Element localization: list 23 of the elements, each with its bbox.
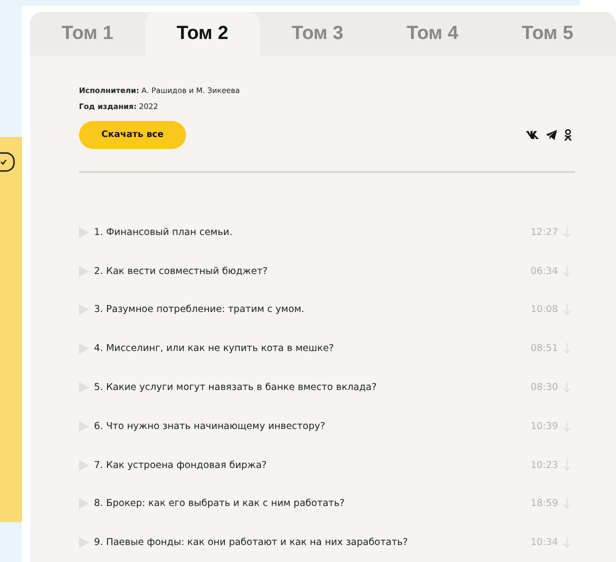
track-duration: 10:34 <box>530 537 558 548</box>
track-title[interactable]: 9. Паевые фонды: как они работают и как на них заработать? <box>94 537 531 548</box>
track-duration: 10:08 <box>530 304 558 316</box>
download-all-button[interactable]: Скачать все <box>79 120 186 149</box>
vk-icon[interactable] <box>526 130 539 139</box>
track-duration: 18:59 <box>530 498 558 510</box>
track-title[interactable]: 4. Мисселинг, или как не купить кота в мешке? <box>94 343 531 354</box>
track-title[interactable]: 8. Брокер: как его выбрать и как с ним работать? <box>94 498 531 510</box>
track-title[interactable]: 2. Как вести совместный бюджет? <box>94 266 531 277</box>
track-duration: 10:23 <box>530 460 558 470</box>
track-title[interactable]: 5. Какие услуги могут навязать в банке вместо вклада? <box>94 382 531 393</box>
track-title[interactable]: 3. Разумное потребление: тратим с умом. <box>94 304 531 316</box>
ok-icon[interactable] <box>564 128 572 141</box>
track-duration: 10:39 <box>530 420 558 432</box>
track-title[interactable]: 6. Что нужно знать начинающему инвестору? <box>94 420 531 432</box>
track-title[interactable]: 1. Финансовый план семьи. <box>94 226 531 238</box>
track-duration: 08:30 <box>530 382 558 393</box>
paper-plane-icon[interactable] <box>546 130 557 140</box>
track-duration: 06:34 <box>530 266 558 277</box>
track-title[interactable]: 7. Как устроена фондовая биржа? <box>94 460 531 470</box>
track-duration: 08:51 <box>530 343 558 354</box>
track-duration: 12:27 <box>530 226 558 238</box>
volume-tab[interactable]: Том 2 <box>145 12 260 56</box>
